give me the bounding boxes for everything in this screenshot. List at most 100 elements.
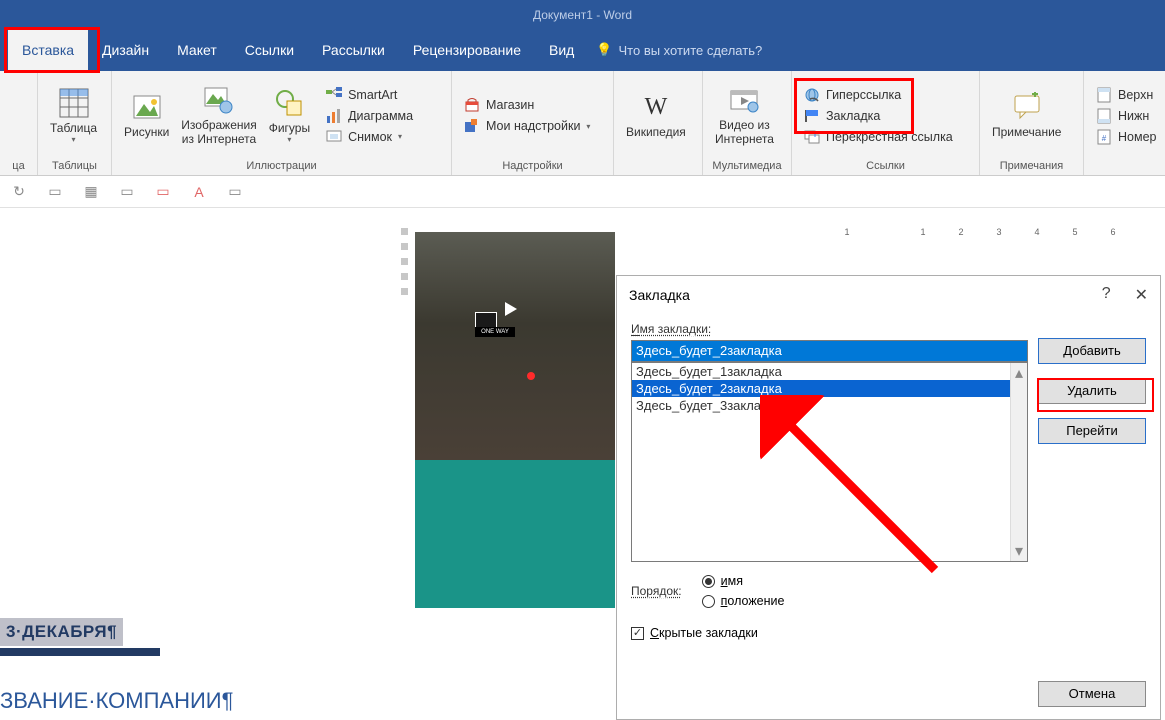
hyperlink-icon	[804, 87, 820, 103]
table-button-label: Таблица	[50, 122, 97, 136]
listbox-scrollbar[interactable]: ▴ ▾	[1010, 363, 1027, 561]
shapes-label: Фигуры	[269, 122, 310, 136]
ribbon: ца Таблица ▾ Таблицы Рисунки	[0, 71, 1165, 176]
order-location-label: положение	[721, 594, 785, 608]
bulb-icon: 💡	[596, 42, 612, 58]
my-addins-button[interactable]: Мои надстройки ▾	[458, 116, 596, 136]
qat-icon-2[interactable]: ▦	[82, 183, 100, 201]
bookmark-dialog: Закладка ? ✕ ИИмя закладки:мя закладки: …	[616, 275, 1161, 720]
tell-me-search[interactable]: 💡 Что вы хотите сделать?	[596, 42, 762, 58]
tab-layout[interactable]: Макет	[163, 29, 231, 71]
chart-icon	[326, 108, 342, 124]
table-button[interactable]: Таблица ▾	[44, 87, 103, 145]
qat-icon-1[interactable]: ▭	[46, 183, 64, 201]
pictures-icon	[131, 91, 163, 123]
order-name-label: имя	[721, 574, 743, 588]
addins-icon	[464, 118, 480, 134]
scroll-down-icon[interactable]: ▾	[1015, 541, 1023, 561]
tab-mailings[interactable]: Рассылки	[308, 29, 399, 71]
group-links-label: Ссылки	[792, 160, 979, 175]
bookmark-button[interactable]: Закладка	[798, 106, 959, 126]
qat-icon-3[interactable]: ▭	[118, 183, 136, 201]
redo-icon[interactable]: ↻	[10, 183, 28, 201]
header-button[interactable]: Верхн	[1090, 85, 1162, 105]
table-icon	[58, 87, 90, 119]
crossref-button[interactable]: Перекрестная ссылка	[798, 127, 959, 147]
group-illustrations-label: Иллюстрации	[112, 160, 451, 175]
wikipedia-icon: W	[640, 91, 672, 123]
online-pictures-button[interactable]: Изображенияиз Интернета	[175, 84, 262, 147]
tab-references[interactable]: Ссылки	[231, 29, 308, 71]
footer-button[interactable]: Нижн	[1090, 106, 1162, 126]
dialog-title-text: Закладка	[629, 287, 690, 303]
bookmark-name-input[interactable]: Здесь_будет_2закладка	[631, 340, 1028, 362]
qat-icon-4[interactable]: ▭	[154, 183, 172, 201]
group-tables-label: Таблицы	[38, 160, 111, 175]
screenshot-label: Снимок	[348, 130, 392, 144]
list-item[interactable]: Здесь_будет_3закладка	[632, 397, 1027, 414]
online-video-button[interactable]: Видео изИнтернета	[709, 84, 780, 147]
hidden-bookmarks-checkbox[interactable]: Скрытые закладки Скрытые закладки	[631, 626, 1146, 640]
horizontal-ruler[interactable]: 1 1 2 3 4 5 6	[828, 224, 1165, 240]
hyperlink-button[interactable]: Гиперссылка	[798, 85, 959, 105]
wikipedia-label: Википедия	[626, 126, 686, 140]
tab-review[interactable]: Рецензирование	[399, 29, 535, 71]
document-image-2[interactable]	[415, 460, 615, 608]
goto-button[interactable]: Перейти	[1038, 418, 1146, 444]
footer-icon	[1096, 108, 1112, 124]
tab-design[interactable]: Дизайн	[88, 29, 163, 71]
store-icon	[464, 97, 480, 113]
order-label: Порядок:	[631, 584, 682, 598]
bookmark-listbox[interactable]: Здесь_будет_1закладка Здесь_будет_2закла…	[631, 362, 1028, 562]
close-button[interactable]: ✕	[1135, 285, 1148, 305]
radio-icon	[702, 575, 715, 588]
help-button[interactable]: ?	[1102, 285, 1111, 305]
radio-icon	[702, 595, 715, 608]
delete-button[interactable]: Удалить	[1038, 378, 1146, 404]
smartart-icon	[326, 87, 342, 103]
quick-access-row: ↻ ▭ ▦ ▭ ▭ A ▭	[0, 176, 1165, 208]
formatting-marks-column	[401, 228, 413, 628]
qat-icon-6[interactable]: ▭	[226, 183, 244, 201]
scroll-up-icon[interactable]: ▴	[1015, 363, 1023, 383]
shapes-button[interactable]: Фигуры ▾	[263, 87, 316, 145]
comment-button[interactable]: Примечание	[986, 91, 1067, 140]
header-label: Верхн	[1118, 88, 1153, 102]
list-item[interactable]: Здесь_будет_1закладка	[632, 363, 1027, 380]
date-heading[interactable]: 3·ДЕКАБРЯ¶	[0, 618, 123, 646]
cancel-button[interactable]: Отмена	[1038, 681, 1146, 707]
online-pictures-icon	[203, 84, 235, 116]
order-location-radio[interactable]: положение положение	[702, 594, 785, 608]
company-heading[interactable]: ЗВАНИЕ·КОМПАНИИ¶	[0, 688, 233, 714]
screenshot-button[interactable]: Снимок ▾	[320, 127, 419, 147]
list-item[interactable]: Здесь_будет_2закладка	[632, 380, 1027, 397]
page-number-button[interactable]: # Номер	[1090, 127, 1162, 147]
chart-button[interactable]: Диаграмма	[320, 106, 419, 126]
checkbox-icon	[631, 627, 644, 640]
footer-label: Нижн	[1118, 109, 1149, 123]
qat-icon-5[interactable]: A	[190, 183, 208, 201]
crossref-label: Перекрестная ссылка	[826, 130, 953, 144]
order-name-radio[interactable]: имя имя	[702, 574, 785, 588]
hidden-bookmarks-label: Скрытые закладки	[650, 626, 758, 640]
group-media-label: Мультимедиа	[703, 160, 791, 175]
dialog-titlebar[interactable]: Закладка ? ✕	[617, 276, 1160, 314]
comment-icon	[1011, 91, 1043, 123]
pictures-button[interactable]: Рисунки	[118, 91, 175, 140]
add-button[interactable]: Добавить	[1038, 338, 1146, 364]
tab-insert[interactable]: Вставка	[8, 29, 88, 71]
video-icon	[728, 84, 760, 116]
shapes-icon	[273, 87, 305, 119]
store-button[interactable]: Магазин	[458, 95, 596, 115]
tell-me-label: Что вы хотите сделать?	[619, 43, 763, 58]
smartart-button[interactable]: SmartArt	[320, 85, 419, 105]
title-bar: Документ1 - Word	[0, 0, 1165, 29]
chart-label: Диаграмма	[348, 109, 413, 123]
online-pictures-label: Изображенияиз Интернета	[181, 119, 256, 147]
window-title: Документ1 - Word	[533, 8, 632, 22]
wikipedia-button[interactable]: W Википедия	[620, 91, 692, 140]
bookmark-name-value: Здесь_будет_2закладка	[632, 341, 1027, 361]
tab-view[interactable]: Вид	[535, 29, 588, 71]
ribbon-tabs: Вставка Дизайн Макет Ссылки Рассылки Рец…	[0, 29, 1165, 71]
document-image-1[interactable]: ONE WAY	[415, 232, 615, 460]
